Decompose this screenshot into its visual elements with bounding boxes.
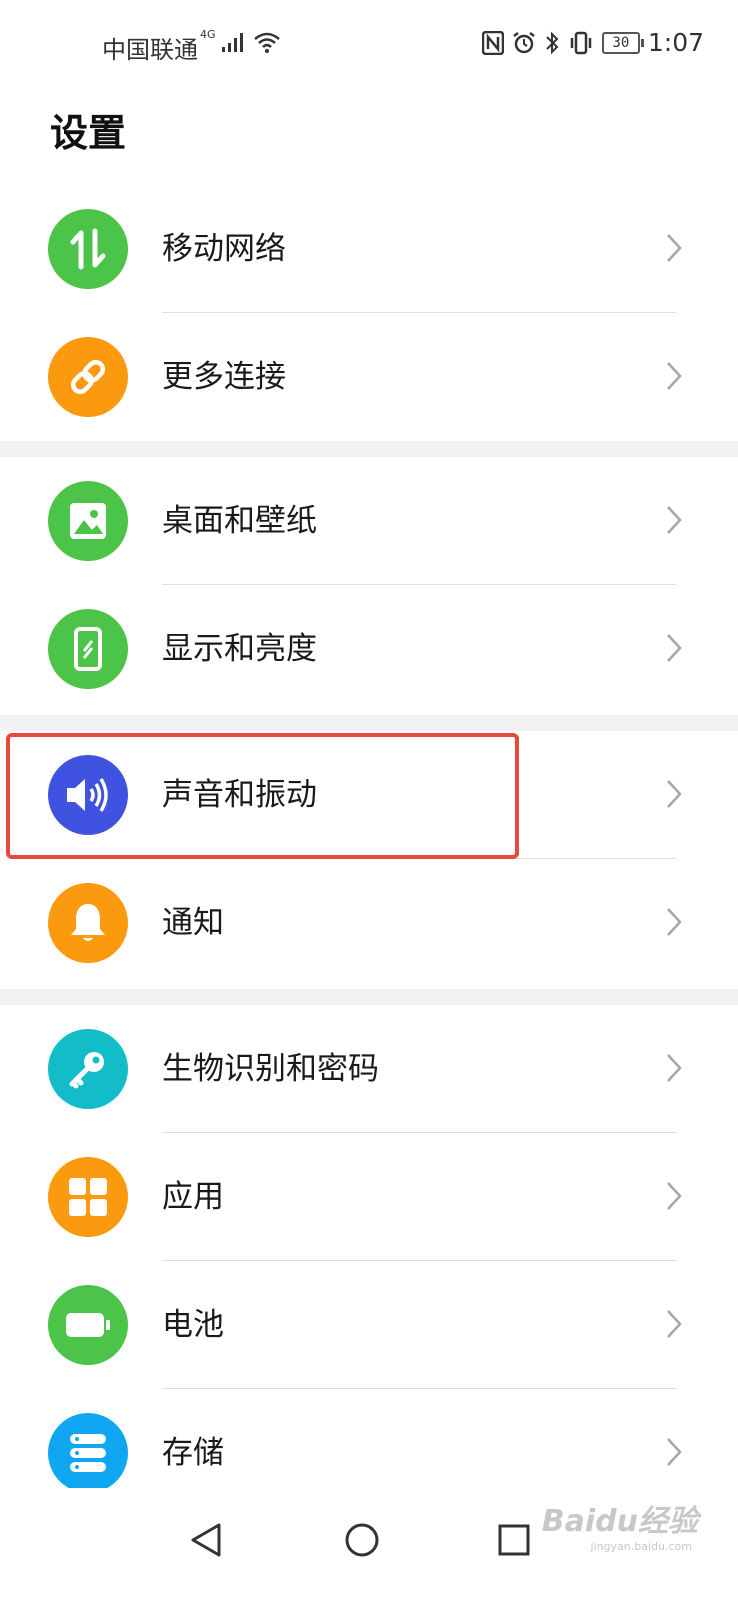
watermark: Baidu经验 xyxy=(541,1504,698,1539)
settings-item-battery[interactable]: 电池 xyxy=(0,1261,738,1389)
settings-item-label: 应用 xyxy=(162,1179,224,1215)
settings-item-display-brightness[interactable]: 显示和亮度 xyxy=(0,585,738,713)
mobile-network-icon xyxy=(48,209,128,289)
settings-item-desktop-wallpaper[interactable]: 桌面和壁纸 xyxy=(0,457,738,585)
signal-group: 4G xyxy=(200,27,282,54)
wifi-icon xyxy=(253,32,280,53)
link-icon xyxy=(48,337,128,417)
settings-item-label: 显示和亮度 xyxy=(162,631,317,667)
signal-icon xyxy=(221,33,243,52)
chevron-right-icon xyxy=(667,1182,682,1210)
settings-item-sound-vibration[interactable]: 声音和振动 xyxy=(0,731,738,859)
chevron-right-icon xyxy=(667,780,682,808)
battery-indicator: 30 xyxy=(601,31,644,54)
settings-item-label: 生物识别和密码 xyxy=(162,1051,379,1087)
group-separator xyxy=(0,715,738,731)
clock: 1:07 xyxy=(647,28,704,57)
chevron-right-icon xyxy=(667,234,682,262)
chevron-right-icon xyxy=(667,362,682,390)
chevron-right-icon xyxy=(667,908,682,936)
chevron-right-icon xyxy=(667,634,682,662)
settings-group-connectivity: 移动网络 更多连接 xyxy=(0,185,738,441)
status-bar: 中国联通 4G 30 1:07 xyxy=(0,0,738,90)
settings-item-more-connections[interactable]: 更多连接 xyxy=(0,313,738,441)
settings-item-label: 声音和振动 xyxy=(162,777,317,813)
settings-group-display: 桌面和壁纸 显示和亮度 xyxy=(0,457,738,713)
settings-item-label: 移动网络 xyxy=(162,231,286,267)
status-right: 30 1:07 xyxy=(481,28,704,57)
settings-item-notifications[interactable]: 通知 xyxy=(0,859,738,987)
chevron-right-icon xyxy=(667,506,682,534)
bluetooth-icon xyxy=(546,31,559,54)
chevron-right-icon xyxy=(667,1310,682,1338)
display-icon xyxy=(48,609,128,689)
page-title: 设置 xyxy=(50,111,127,155)
speaker-icon xyxy=(48,755,128,835)
bell-icon xyxy=(48,883,128,963)
settings-item-mobile-network[interactable]: 移动网络 xyxy=(0,185,738,313)
network-type-label: 4G xyxy=(200,27,216,41)
home-icon[interactable] xyxy=(330,1508,394,1572)
storage-icon xyxy=(48,1413,128,1493)
battery-icon xyxy=(48,1285,128,1365)
vibrate-icon xyxy=(570,31,592,54)
settings-item-label: 电池 xyxy=(162,1307,224,1343)
chevron-right-icon xyxy=(667,1438,682,1466)
settings-item-biometrics-password[interactable]: 生物识别和密码 xyxy=(0,1005,738,1133)
group-separator xyxy=(0,989,738,1005)
settings-item-label: 更多连接 xyxy=(162,359,286,395)
settings-item-label: 桌面和壁纸 xyxy=(162,503,317,539)
apps-icon xyxy=(48,1157,128,1237)
recents-icon[interactable] xyxy=(482,1508,546,1572)
nfc-icon xyxy=(481,30,504,55)
settings-group-system: 生物识别和密码 应用 电池 存储 xyxy=(0,1005,738,1517)
alarm-icon xyxy=(513,31,535,53)
settings-item-label: 通知 xyxy=(162,905,224,941)
group-separator xyxy=(0,441,738,457)
carrier-name: 中国联通 xyxy=(102,36,198,64)
settings-group-sound: 声音和振动 通知 xyxy=(0,731,738,987)
watermark-url: jingyan.baidu.com xyxy=(590,1540,692,1553)
key-icon xyxy=(48,1029,128,1109)
settings-item-apps[interactable]: 应用 xyxy=(0,1133,738,1261)
back-icon[interactable] xyxy=(174,1508,238,1572)
chevron-right-icon xyxy=(667,1054,682,1082)
image-icon xyxy=(48,481,128,561)
